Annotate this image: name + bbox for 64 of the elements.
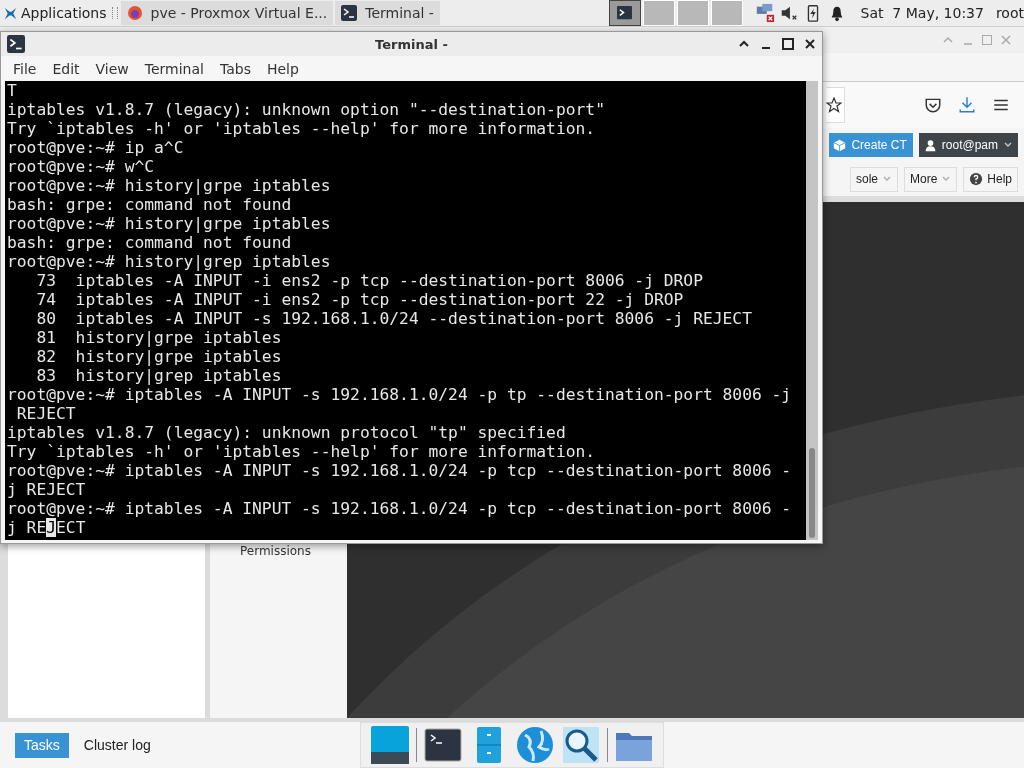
menu-item[interactable]: File bbox=[5, 60, 45, 77]
close-icon[interactable] bbox=[804, 38, 816, 50]
terminal-icon bbox=[7, 35, 25, 53]
terminal-line: Try `iptables -h' or 'iptables --help' for more information. bbox=[7, 119, 597, 138]
workspace-button[interactable] bbox=[608, 0, 641, 26]
terminal-line: 80 iptables -A INPUT -s 192.168.1.0/24 --destination-port 8006 -j REJECT bbox=[35, 309, 753, 328]
scrollbar[interactable] bbox=[806, 81, 818, 540]
bookmark-button[interactable] bbox=[826, 87, 845, 123]
terminal-line: 82 history|grpe iptables bbox=[35, 347, 283, 366]
terminal-line: 83 history|grep iptables bbox=[35, 366, 283, 385]
terminal-line: j REJECT bbox=[7, 480, 87, 499]
terminal-line: 74 iptables -A INPUT -i ens2 -p tcp --destination-port 22 -j DROP bbox=[35, 290, 685, 309]
pocket-icon[interactable] bbox=[924, 96, 942, 114]
terminal-line: iptables v1.8.7 (legacy): unknown protocol "tp" specified bbox=[7, 423, 567, 442]
terminal-line: bash: grpe: command not found bbox=[7, 195, 293, 214]
help-icon bbox=[969, 172, 984, 186]
console-dropdown[interactable]: sole bbox=[849, 166, 898, 192]
terminal-line: root@pve:~# iptables -A INPUT -s 192.168.1.0/24 -p tcp --destination-port 8006 - bbox=[7, 499, 793, 518]
terminal-line: j REJECT bbox=[7, 518, 87, 537]
taskbar-button[interactable]: pve - Proxmox Virtual E... bbox=[120, 1, 334, 25]
terminal-line: root@pve:~# iptables -A INPUT -s 192.168.1.0/24 -p tp --destination-port 8006 -j bbox=[7, 385, 793, 404]
terminal-line: 81 history|grpe iptables bbox=[35, 328, 283, 347]
browser-icon bbox=[126, 5, 143, 21]
terminal-line: bash: grpe: command not found bbox=[7, 233, 293, 252]
separator-icon bbox=[111, 7, 118, 19]
help-button[interactable]: Help bbox=[963, 166, 1018, 192]
terminal-line: root@pve:~# w^C bbox=[7, 157, 156, 176]
terminal-line: REJECT bbox=[15, 404, 77, 423]
terminal-line: iptables v1.8.7 (legacy): unknown option "--destination-port" bbox=[7, 100, 606, 119]
user-icon bbox=[923, 138, 937, 152]
terminal-line: T bbox=[7, 81, 18, 100]
terminal-line: Try `iptables -h' or 'iptables --help' for more information. bbox=[7, 442, 597, 461]
download-icon[interactable] bbox=[958, 96, 976, 114]
menu-item[interactable]: View bbox=[87, 60, 137, 77]
menu-item[interactable]: Tabs bbox=[211, 60, 259, 77]
terminal-line: 73 iptables -A INPUT -i ens2 -p tcp --destination-port 8006 -j DROP bbox=[35, 271, 704, 290]
user-menu[interactable]: root bbox=[995, 5, 1024, 21]
search-icon[interactable] bbox=[561, 725, 601, 765]
menu-item[interactable]: Help bbox=[258, 60, 307, 77]
menu-item[interactable]: Edit bbox=[44, 60, 88, 77]
menu-item[interactable]: Terminal bbox=[136, 60, 212, 77]
applications-menu[interactable]: Applications bbox=[0, 5, 109, 21]
terminal-line: root@pve:~# ip a^C bbox=[7, 138, 185, 157]
terminal-line: root@pve:~# history|grpe iptables bbox=[7, 176, 332, 195]
desktop-icon[interactable] bbox=[370, 725, 410, 765]
globe-icon[interactable] bbox=[515, 725, 555, 765]
network-error-icon bbox=[754, 3, 775, 23]
user-button[interactable]: root@pam bbox=[918, 133, 1018, 157]
taskbar-button[interactable]: Terminal - bbox=[335, 1, 440, 25]
terminal-icon[interactable] bbox=[423, 725, 463, 765]
x-logo-icon bbox=[3, 5, 18, 21]
clock[interactable]: Sat 7 May, 10:37 bbox=[860, 5, 984, 21]
terminal-icon bbox=[616, 5, 633, 21]
star-icon bbox=[826, 97, 842, 113]
maximize-icon[interactable] bbox=[782, 38, 794, 50]
window-title: Terminal - bbox=[374, 36, 449, 52]
bottom-tab[interactable]: Cluster log bbox=[74, 732, 160, 758]
cube-icon bbox=[833, 138, 847, 152]
more-dropdown[interactable]: More bbox=[903, 166, 958, 192]
menu-item[interactable]: Permissions bbox=[240, 544, 311, 558]
terminal-line: root@pve:~# history|grep iptables bbox=[7, 252, 332, 271]
terminal-icon bbox=[341, 5, 358, 21]
terminal-line: root@pve:~# history|grpe iptables bbox=[7, 214, 332, 233]
terminal-line: root@pve:~# iptables -A INPUT -s 192.168.1.0/24 -p tcp --destination-port 8006 - bbox=[7, 461, 793, 480]
